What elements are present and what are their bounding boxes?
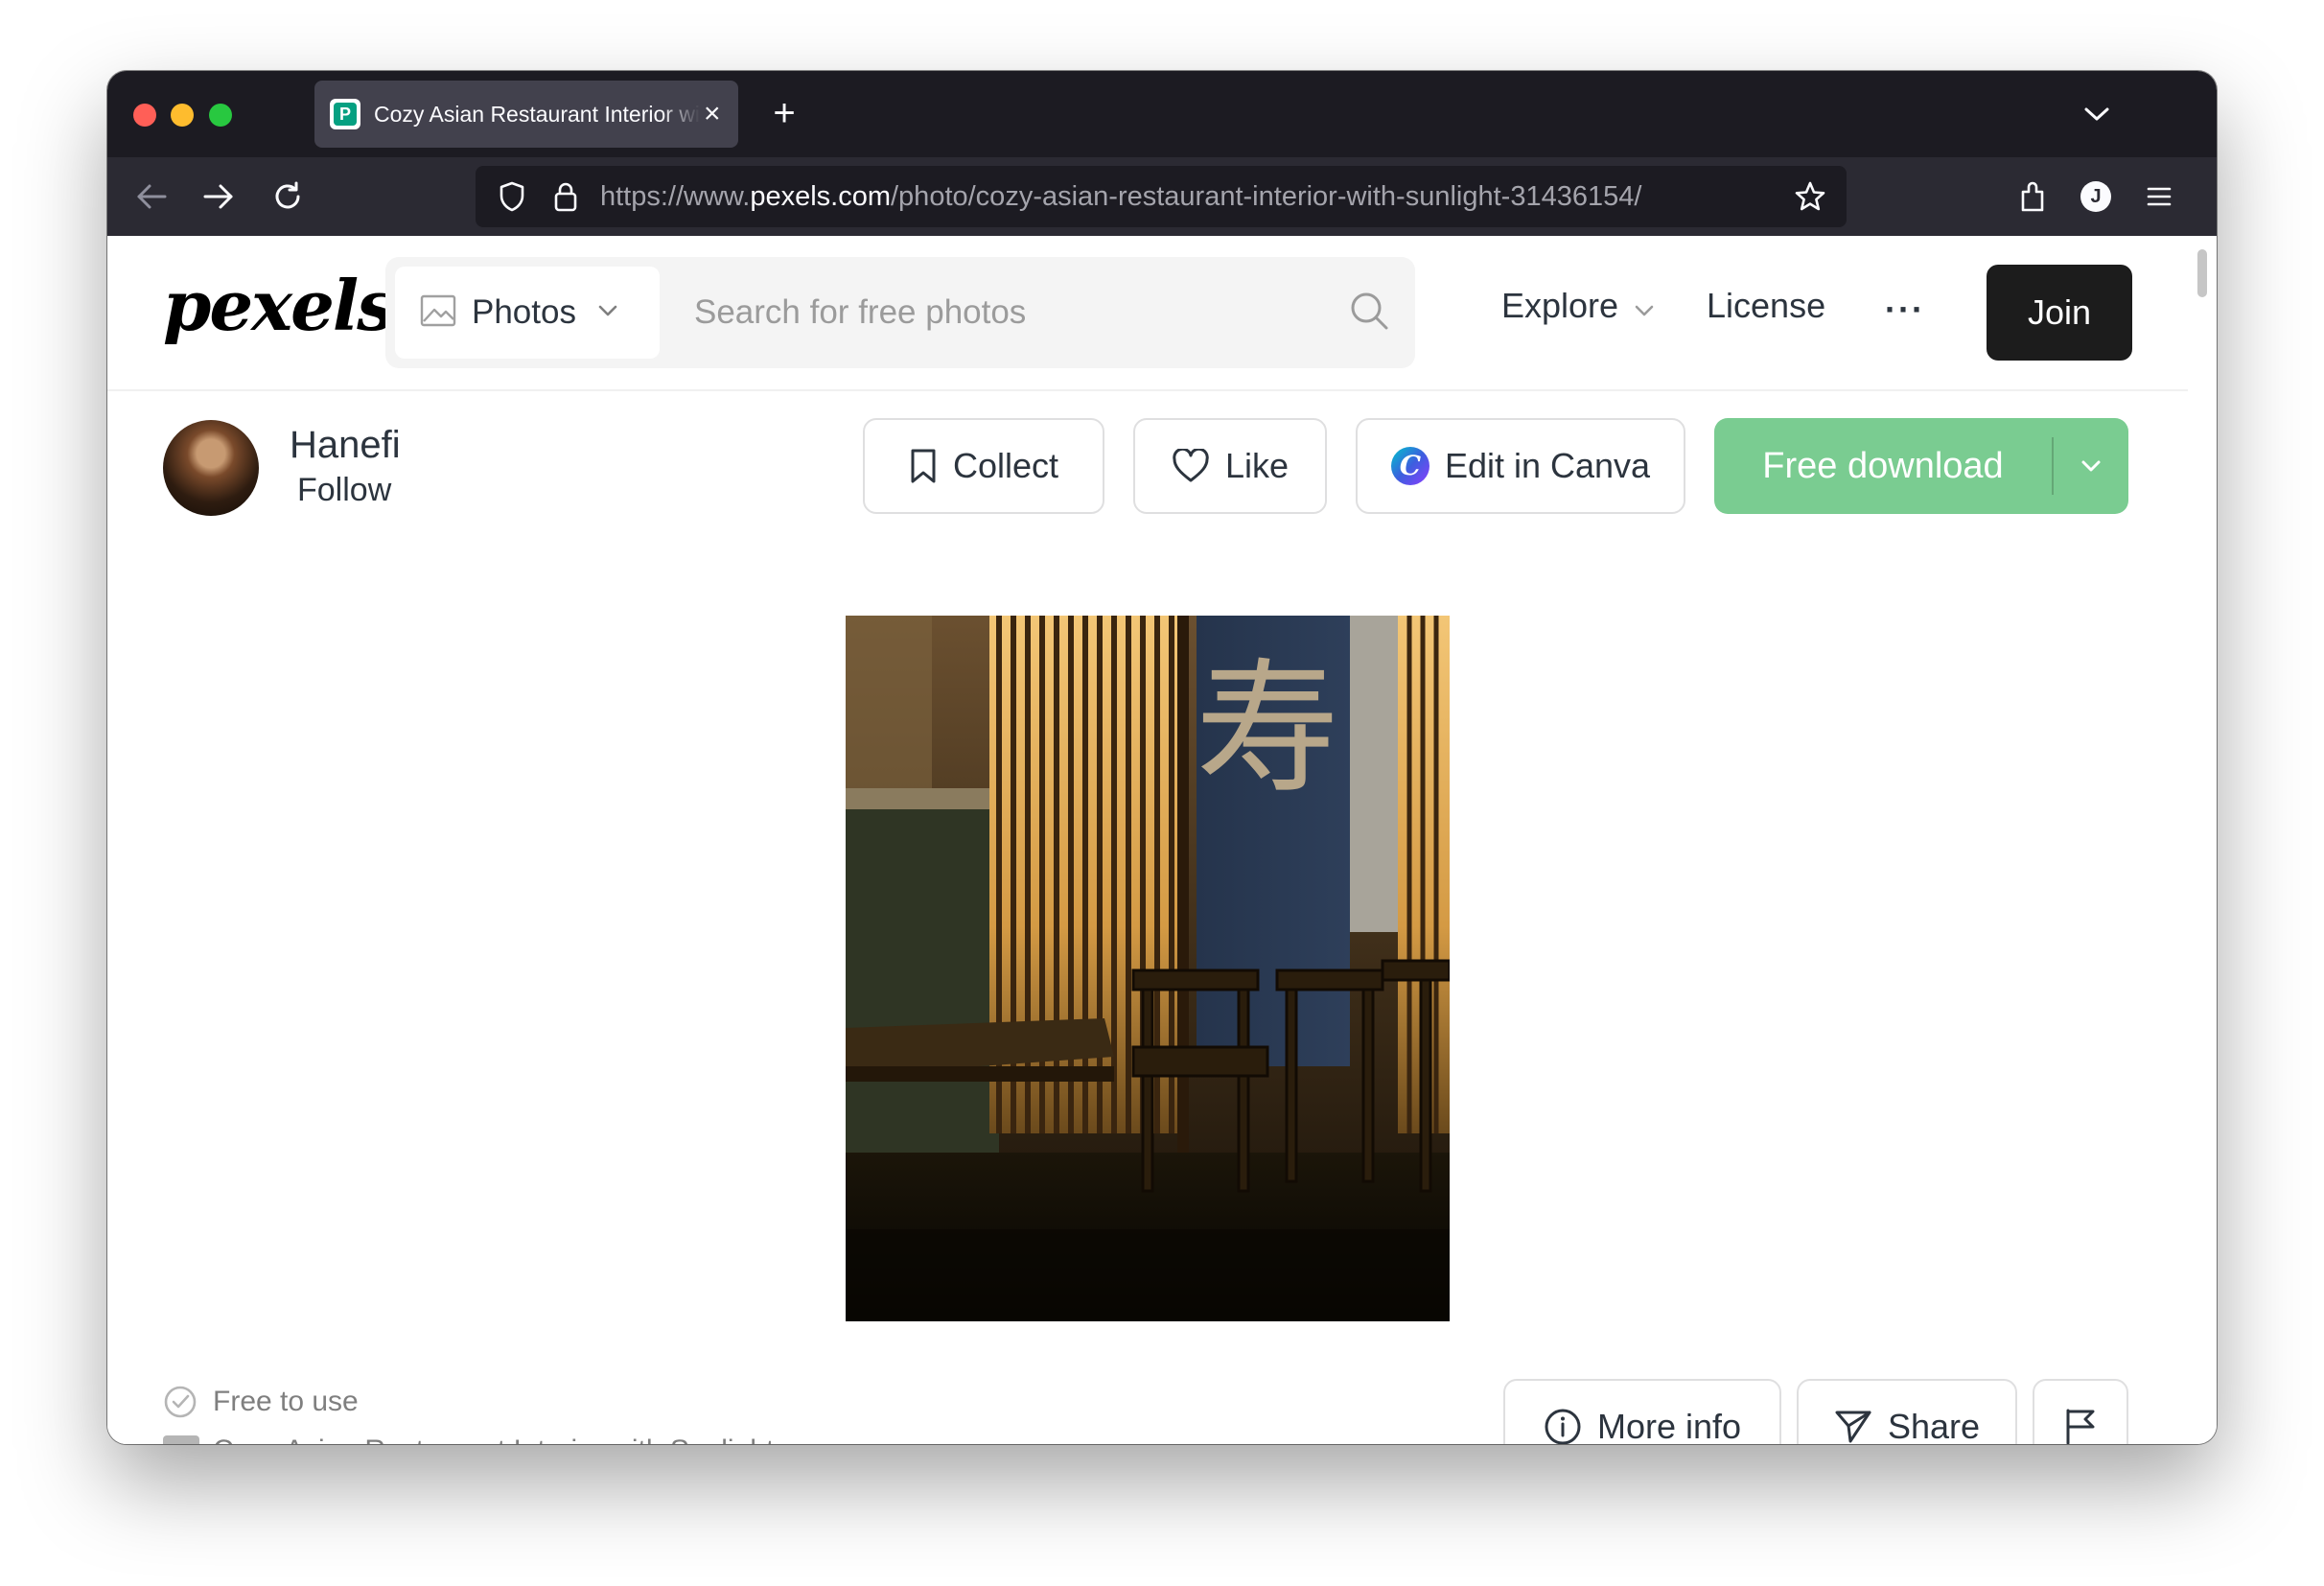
- tab-title: Cozy Asian Restaurant Interior with Sunl…: [374, 101, 700, 127]
- avatar[interactable]: [163, 420, 259, 516]
- pexels-favicon-icon: P: [330, 99, 360, 129]
- check-circle-icon: [163, 1385, 199, 1419]
- browser-tab-active[interactable]: P Cozy Asian Restaurant Interior with Su…: [314, 81, 738, 148]
- collect-button[interactable]: Collect: [863, 418, 1104, 514]
- extensions-icon[interactable]: [2006, 170, 2059, 223]
- more-info-button[interactable]: More info: [1503, 1379, 1781, 1444]
- url-prefix: https://www.: [600, 180, 751, 212]
- heart-icon: [1172, 449, 1210, 483]
- back-icon[interactable]: [125, 170, 178, 223]
- reload-icon[interactable]: [261, 170, 314, 223]
- free-to-use-row: Free to use: [163, 1385, 359, 1419]
- search-icon[interactable]: [1348, 290, 1390, 337]
- restaurant-photo-image: 寿: [846, 616, 1450, 1321]
- free-to-use-label[interactable]: Free to use: [213, 1386, 359, 1418]
- edit-in-canva-button[interactable]: C Edit in Canva: [1356, 418, 1685, 514]
- collect-label: Collect: [952, 446, 1059, 485]
- favicon-letter: P: [334, 103, 357, 126]
- license-label: License: [1707, 286, 1826, 325]
- url-text[interactable]: https://www.pexels.com/photo/cozy-asian-…: [600, 181, 1641, 213]
- new-tab-icon[interactable]: +: [759, 88, 809, 138]
- free-download-button[interactable]: Free download: [1714, 418, 2128, 514]
- bookmark-icon: [909, 448, 938, 484]
- close-window-button[interactable]: [133, 104, 156, 127]
- follow-button[interactable]: Follow: [297, 472, 391, 509]
- license-link[interactable]: License: [1707, 286, 1825, 326]
- image-icon: [420, 294, 456, 332]
- join-button[interactable]: Join: [1987, 265, 2132, 361]
- canva-label: Edit in Canva: [1444, 446, 1651, 485]
- url-path: /photo/cozy-asian-restaurant-interior-wi…: [891, 180, 1642, 212]
- close-icon[interactable]: ×: [704, 100, 721, 128]
- download-label: Free download: [1762, 445, 2004, 486]
- search-bar: Photos: [385, 257, 1415, 368]
- profile-initial: J: [2080, 181, 2111, 212]
- photo-title-row: CC Cozy Asian Restaurant Interior with S…: [163, 1434, 774, 1444]
- chevron-down-icon: [597, 304, 618, 322]
- star-icon[interactable]: [1783, 170, 1837, 223]
- more-menu-button[interactable]: ···: [1885, 290, 1925, 330]
- address-bar[interactable]: https://www.pexels.com/photo/cozy-asian-…: [476, 166, 1847, 227]
- shield-icon[interactable]: [485, 170, 539, 223]
- chevron-down-icon[interactable]: [2054, 459, 2128, 473]
- canva-logo-icon: C: [1390, 447, 1429, 485]
- more-info-label: More info: [1596, 1407, 1742, 1444]
- info-icon: [1544, 1408, 1582, 1444]
- explore-menu[interactable]: Explore: [1501, 286, 1655, 326]
- search-type-label: Photos: [472, 293, 576, 331]
- report-button[interactable]: [2033, 1379, 2128, 1444]
- photo-title: Cozy Asian Restaurant Interior with Sunl…: [213, 1434, 774, 1444]
- maximize-window-button[interactable]: [209, 104, 232, 127]
- navigation-toolbar: https://www.pexels.com/photo/cozy-asian-…: [107, 157, 2217, 236]
- search-type-dropdown[interactable]: Photos: [395, 267, 660, 359]
- banner-glyph: 寿: [1196, 646, 1339, 813]
- page-scrollbar[interactable]: [2197, 249, 2207, 297]
- tab-list-chevron-icon[interactable]: [2073, 90, 2121, 138]
- menu-icon[interactable]: [2132, 170, 2186, 223]
- profile-icon[interactable]: J: [2069, 170, 2123, 223]
- page-content: pexels Photos Explore: [107, 236, 2217, 1444]
- share-label: Share: [1887, 1407, 1981, 1444]
- canva-logo-letter: C: [1390, 447, 1429, 485]
- share-button[interactable]: Share: [1797, 1379, 2017, 1444]
- forward-icon[interactable]: [192, 170, 245, 223]
- photographer-name[interactable]: Hanefi: [290, 424, 401, 467]
- explore-label: Explore: [1501, 286, 1619, 325]
- main-photo[interactable]: 寿: [846, 616, 1450, 1321]
- like-label: Like: [1224, 446, 1290, 485]
- site-header: pexels Photos Explore: [107, 236, 2188, 391]
- tab-strip: P Cozy Asian Restaurant Interior with Su…: [107, 71, 2217, 157]
- url-host: pexels.com: [750, 180, 891, 212]
- search-input[interactable]: [683, 267, 1296, 359]
- like-button[interactable]: Like: [1133, 418, 1327, 514]
- chevron-down-icon: [1634, 286, 1655, 326]
- pexels-logo[interactable]: pexels: [163, 265, 396, 346]
- browser-window: P Cozy Asian Restaurant Interior with Su…: [107, 71, 2217, 1444]
- lock-icon[interactable]: [539, 170, 593, 223]
- minimize-window-button[interactable]: [171, 104, 194, 127]
- cc-icon: CC: [163, 1435, 199, 1444]
- send-icon: [1834, 1409, 1872, 1444]
- flag-icon: [2063, 1408, 2098, 1444]
- cc-badge: CC: [163, 1435, 199, 1444]
